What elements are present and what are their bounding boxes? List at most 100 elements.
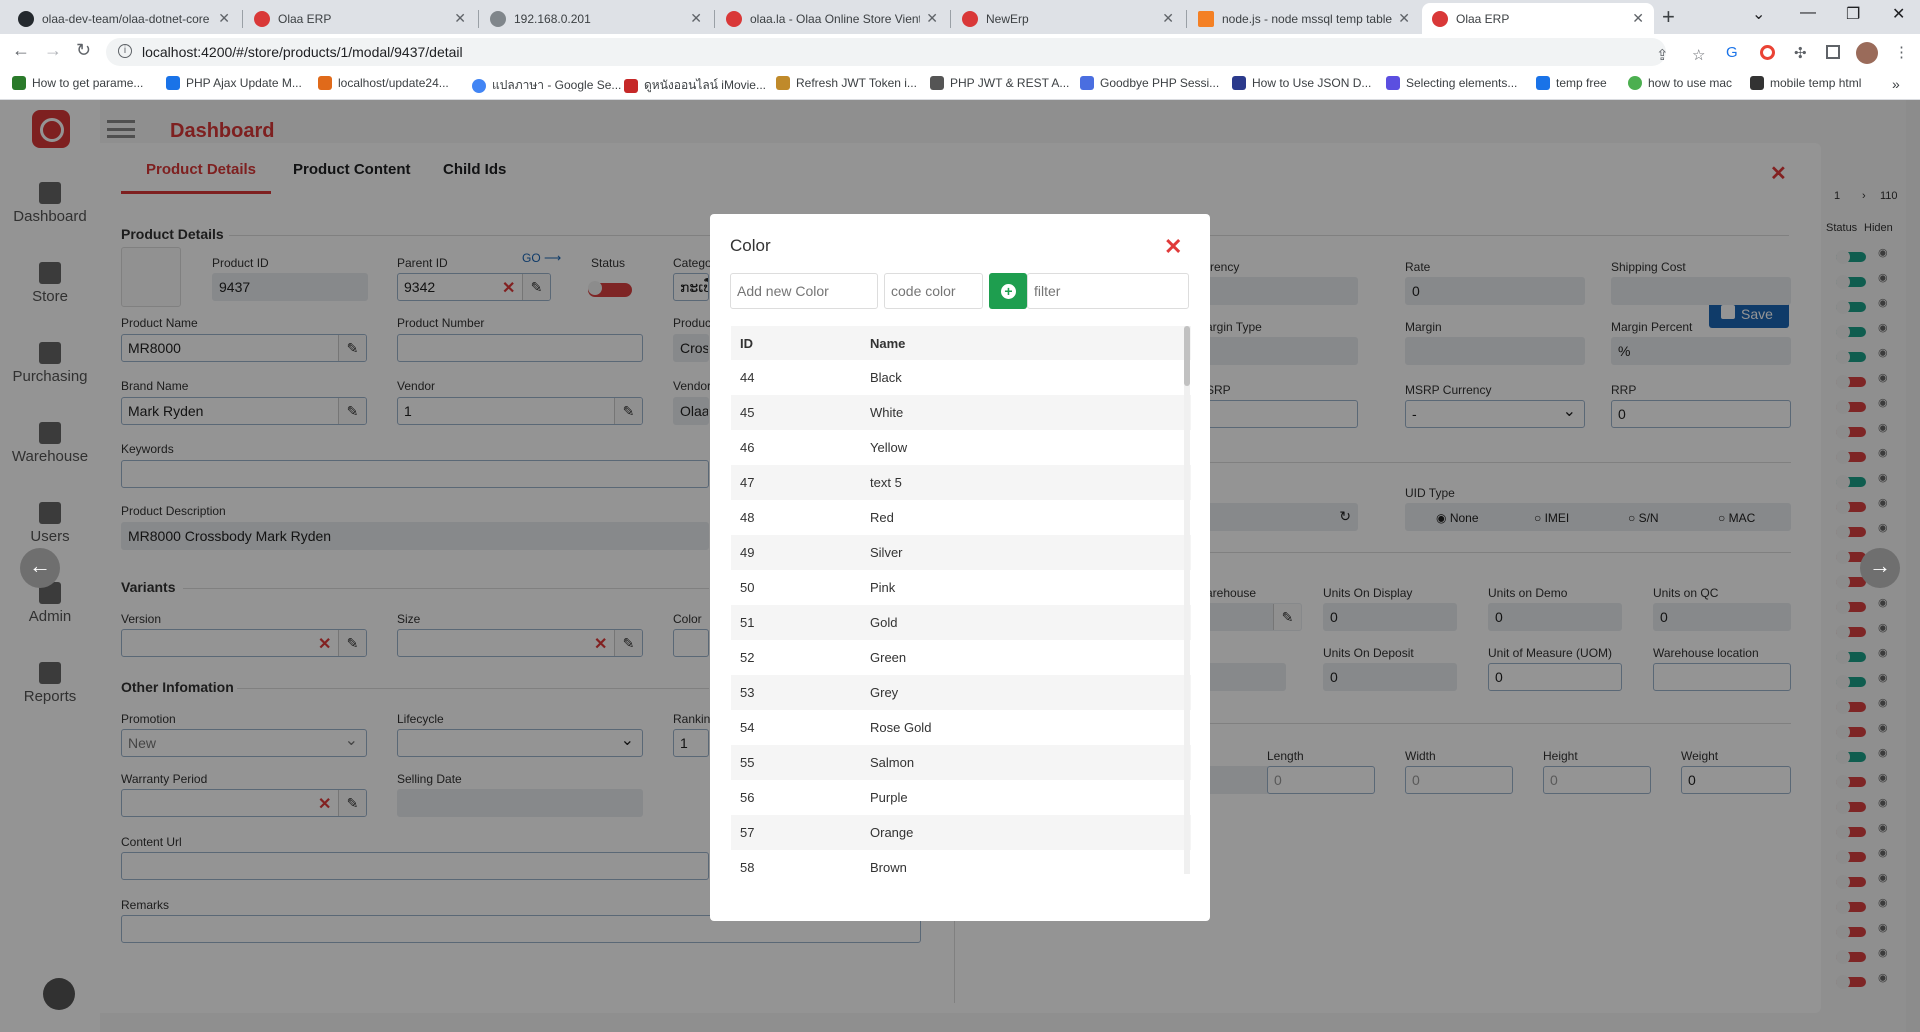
table-row[interactable]: 57 Orange <box>731 815 1191 850</box>
color-modal: Color ✕ + ID Name 44 Black 45 White 46 Yellow… <box>710 214 1210 921</box>
extensions-puzzle-icon[interactable]: ✣ <box>1794 44 1807 62</box>
new-color-input[interactable] <box>730 273 878 309</box>
bookmark-item[interactable]: mobile temp html <box>1750 76 1861 90</box>
table-scrollbar[interactable] <box>1184 326 1190 874</box>
table-row[interactable]: 48 Red <box>731 500 1191 535</box>
bookmark-item[interactable]: How to Use JSON D... <box>1232 76 1371 90</box>
color-name-cell: Silver <box>870 545 903 560</box>
close-tab-icon[interactable]: ✕ <box>218 10 230 27</box>
table-row[interactable]: 44 Black <box>731 360 1191 395</box>
table-row[interactable]: 47 text 5 <box>731 465 1191 500</box>
share-icon[interactable]: ⇪ <box>1656 46 1669 64</box>
prev-arrow-button[interactable]: ← <box>20 548 60 588</box>
table-row[interactable]: 45 White <box>731 395 1191 430</box>
table-row[interactable]: 54 Rose Gold <box>731 710 1191 745</box>
w3-icon <box>1750 76 1764 90</box>
browser-tab[interactable]: node.js - node mssql temp table ✕ <box>1188 3 1420 34</box>
tab-search-icon[interactable]: ⌄ <box>1752 4 1765 24</box>
back-icon[interactable]: ← <box>12 40 30 61</box>
column-header-id: ID <box>740 336 753 351</box>
browser-tab[interactable]: olaa-dev-team/olaa-dotnet-core ✕ <box>8 3 240 34</box>
close-modal-icon[interactable]: ✕ <box>1164 234 1182 260</box>
browser-menu-icon[interactable]: ⋮ <box>1894 43 1909 61</box>
color-id-cell: 46 <box>740 440 755 455</box>
color-name-cell: Rose Gold <box>870 720 932 735</box>
color-id-cell: 50 <box>740 580 755 595</box>
color-id-cell: 58 <box>740 860 755 875</box>
table-row[interactable]: 46 Yellow <box>731 430 1191 465</box>
tab-divider <box>478 10 479 28</box>
filter-input[interactable] <box>1027 273 1189 309</box>
bookmark-icon <box>776 76 790 90</box>
minimize-icon[interactable]: — <box>1800 4 1816 22</box>
close-tab-icon[interactable]: ✕ <box>690 10 702 27</box>
close-tab-icon[interactable]: ✕ <box>1398 10 1410 27</box>
add-icon: + <box>1001 284 1016 299</box>
bookmark-item[interactable]: how to use mac <box>1628 76 1732 90</box>
table-row[interactable]: 49 Silver <box>731 535 1191 570</box>
close-tab-icon[interactable]: ✕ <box>454 10 466 27</box>
color-id-cell: 53 <box>740 685 755 700</box>
reload-icon[interactable]: ↻ <box>76 40 91 61</box>
browser-tab-active[interactable]: Olaa ERP ✕ <box>1422 3 1654 34</box>
color-name-cell: text 5 <box>870 475 902 490</box>
forward-icon[interactable]: → <box>44 40 62 61</box>
browser-tab[interactable]: 192.168.0.201 ✕ <box>480 3 712 34</box>
bookmark-item[interactable]: Selecting elements... <box>1386 76 1517 90</box>
close-tab-icon[interactable]: ✕ <box>926 10 938 27</box>
bookmark-icon <box>624 78 638 93</box>
address-bar[interactable]: i localhost:4200/#/store/products/1/moda… <box>106 38 1705 66</box>
color-id-cell: 48 <box>740 510 755 525</box>
bookmark-item[interactable]: ดูหนังออนไลน์ iMovie... <box>624 76 766 95</box>
bookmark-item[interactable]: Refresh JWT Token i... <box>776 76 917 90</box>
browser-tab[interactable]: NewErp ✕ <box>952 3 1184 34</box>
site-info-icon[interactable]: i <box>118 44 132 58</box>
table-row[interactable]: 51 Gold <box>731 605 1191 640</box>
bookmark-item[interactable]: How to get parame... <box>12 76 143 90</box>
table-row[interactable]: 52 Green <box>731 640 1191 675</box>
profile-avatar[interactable] <box>1856 42 1878 64</box>
bookmark-star-icon[interactable]: ☆ <box>1692 46 1705 64</box>
bookmark-icon <box>1080 76 1094 90</box>
bookmark-item[interactable]: แปลภาษา - Google Se... <box>472 76 621 95</box>
color-id-cell: 47 <box>740 475 755 490</box>
extension-icon[interactable] <box>1760 45 1775 60</box>
bookmark-item[interactable]: Goodbye PHP Sessi... <box>1080 76 1219 90</box>
color-name-cell: Gold <box>870 615 898 630</box>
close-tab-icon[interactable]: ✕ <box>1632 10 1644 27</box>
browser-tab[interactable]: Olaa ERP ✕ <box>244 3 476 34</box>
table-row[interactable]: 50 Pink <box>731 570 1191 605</box>
bookmark-item[interactable]: temp free <box>1536 76 1607 90</box>
color-id-cell: 52 <box>740 650 755 665</box>
bookmark-item[interactable]: PHP JWT & REST A... <box>930 76 1069 90</box>
table-row[interactable]: 58 Brown <box>731 850 1191 885</box>
arrow-right-icon: → <box>1869 553 1891 578</box>
translate-icon[interactable]: G <box>1726 44 1738 61</box>
close-window-icon[interactable]: ✕ <box>1892 4 1905 24</box>
color-id-cell: 56 <box>740 790 755 805</box>
add-color-button[interactable]: + <box>989 273 1027 309</box>
color-name-cell: Green <box>870 650 907 665</box>
table-row[interactable]: 55 Salmon <box>731 745 1191 780</box>
more-bookmarks-icon[interactable]: » <box>1892 76 1900 92</box>
new-tab-icon[interactable]: + <box>1662 4 1675 30</box>
browser-tab[interactable]: olaa.la - Olaa Online Store Vientiane✕ <box>716 3 948 34</box>
bookmark-icon <box>1386 76 1400 90</box>
bookmarks-bar: How to get parame... PHP Ajax Update M..… <box>0 70 1920 100</box>
color-id-cell: 55 <box>740 755 755 770</box>
olaa-icon <box>726 10 742 27</box>
close-tab-icon[interactable]: ✕ <box>1162 10 1174 27</box>
table-row[interactable]: 56 Purple <box>731 780 1191 815</box>
next-arrow-button[interactable]: → <box>1860 548 1900 588</box>
scrollbar-thumb[interactable] <box>1184 326 1190 386</box>
table-row[interactable]: 53 Grey <box>731 675 1191 710</box>
color-code-input[interactable] <box>884 273 983 309</box>
tab-divider <box>242 10 243 28</box>
color-name-cell: Purple <box>870 790 908 805</box>
bookmark-item[interactable]: localhost/update24... <box>318 76 449 90</box>
maximize-icon[interactable]: ❐ <box>1846 4 1860 24</box>
table-header: ID Name <box>731 326 1191 360</box>
bookmark-icon <box>166 76 180 90</box>
side-panel-icon[interactable] <box>1826 45 1840 59</box>
bookmark-item[interactable]: PHP Ajax Update M... <box>166 76 302 90</box>
